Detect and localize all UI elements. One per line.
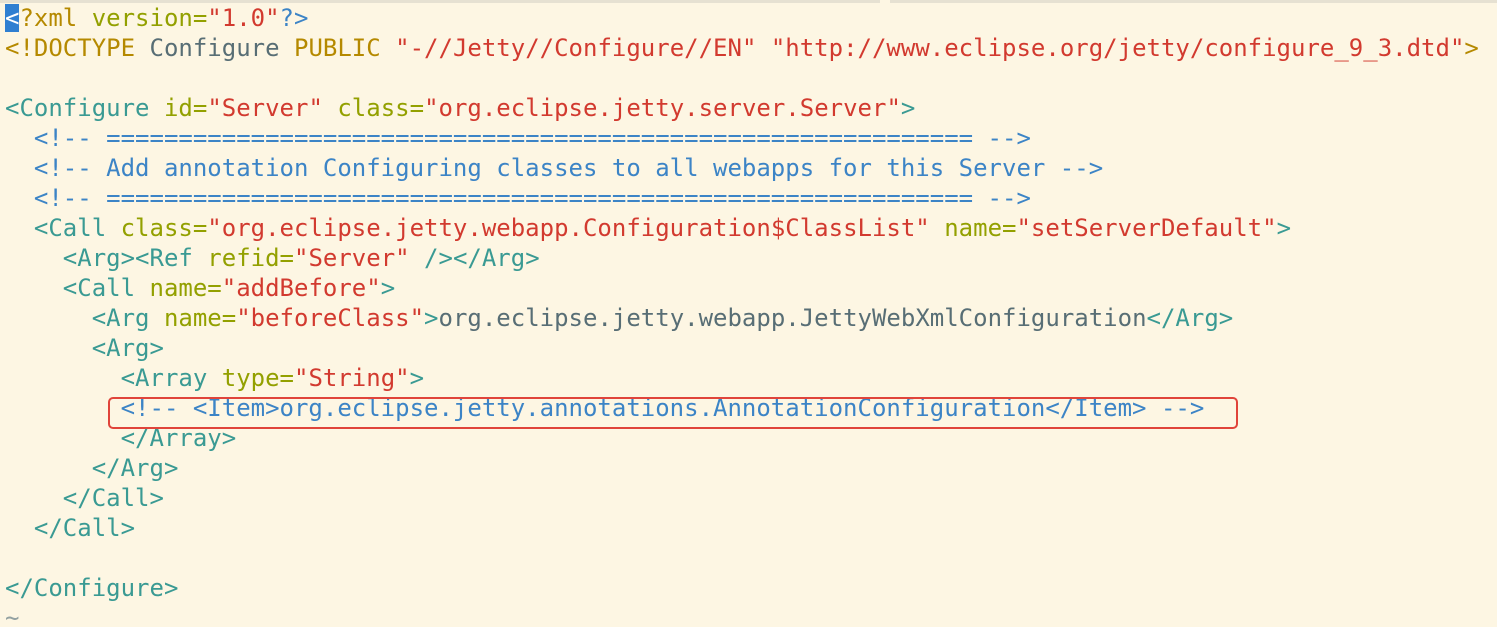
code-token: > bbox=[900, 94, 916, 122]
code-line[interactable]: ~ bbox=[5, 603, 19, 627]
code-token: name= bbox=[149, 274, 222, 302]
code-token: "-//Jetty//Configure//EN" "http://www.ec… bbox=[395, 34, 1465, 62]
code-token: name= bbox=[944, 214, 1017, 242]
empty-line-tilde: ~ bbox=[5, 604, 20, 627]
code-line[interactable]: <?xml version="1.0"?> bbox=[5, 3, 308, 33]
code-token: <Arg><Ref bbox=[5, 244, 208, 272]
code-line[interactable]: </Array> bbox=[5, 423, 237, 453]
code-token: "setServerDefault" bbox=[1016, 214, 1277, 242]
code-token: > bbox=[1276, 214, 1292, 242]
code-token: <!-- ===================================… bbox=[5, 124, 1031, 152]
code-token: type= bbox=[221, 364, 294, 392]
code-token: "String" bbox=[294, 364, 410, 392]
code-token: /></Arg> bbox=[424, 244, 540, 272]
code-line[interactable]: <Arg name="beforeClass">org.eclipse.jett… bbox=[5, 303, 1234, 333]
code-editor[interactable]: <?xml version="1.0"?> <!DOCTYPE Configure… bbox=[0, 0, 1497, 627]
code-token: </Configure> bbox=[5, 574, 179, 602]
code-token: </Call> bbox=[5, 514, 136, 542]
code-line[interactable]: <!-- <Item>org.eclipse.jetty.annotations… bbox=[5, 393, 1205, 423]
code-line[interactable]: <!DOCTYPE Configure PUBLIC "-//Jetty//Co… bbox=[5, 33, 1479, 63]
code-token: </Arg> bbox=[5, 454, 179, 482]
code-token: "org.eclipse.jetty.webapp.Configuration$… bbox=[207, 214, 945, 242]
code-token: <Arg> bbox=[5, 334, 164, 362]
code-token: <!-- <Item>org.eclipse.jetty.annotations… bbox=[5, 394, 1205, 422]
code-token: "Server" bbox=[207, 94, 338, 122]
code-line[interactable]: <Call name="addBefore"> bbox=[5, 273, 395, 303]
code-token: <!-- ===================================… bbox=[5, 184, 1031, 212]
code-token: > bbox=[1464, 34, 1479, 62]
code-token: </Call> bbox=[5, 484, 164, 512]
code-token: name= bbox=[163, 304, 237, 332]
code-line[interactable]: </Configure> bbox=[5, 573, 178, 603]
code-token: "addBefore" bbox=[221, 274, 381, 302]
code-line[interactable]: </Call> bbox=[5, 513, 135, 543]
code-token: "Server" bbox=[294, 244, 425, 272]
code-token: refid= bbox=[207, 244, 294, 272]
code-line[interactable]: <!-- ===================================… bbox=[5, 183, 1031, 213]
code-line[interactable]: </Call> bbox=[5, 483, 164, 513]
code-token: "org.eclipse.jetty.server.Server" bbox=[424, 94, 901, 122]
code-line[interactable]: <Call class="org.eclipse.jetty.webapp.Co… bbox=[5, 213, 1291, 243]
code-token: ?xml bbox=[19, 4, 92, 32]
code-line[interactable]: <Array type="String"> bbox=[5, 363, 424, 393]
code-token: <!-- Add annotation Configuring classes … bbox=[5, 154, 1104, 182]
code-token: <Call bbox=[5, 274, 150, 302]
code-token: org.eclipse.jetty.webapp.JettyWebXmlConf… bbox=[438, 304, 1147, 332]
code-token: id= bbox=[163, 94, 208, 122]
code-line[interactable]: </Arg> bbox=[5, 453, 179, 483]
code-line[interactable]: <Arg><Ref refid="Server" /></Arg> bbox=[5, 243, 540, 273]
code-token: "beforeClass" bbox=[236, 304, 425, 332]
code-token: class= bbox=[337, 94, 425, 122]
code-token: version= bbox=[91, 4, 208, 32]
code-token: "1.0" bbox=[207, 4, 280, 32]
code-line[interactable]: <Configure id="Server" class="org.eclips… bbox=[5, 93, 915, 123]
code-token: <Array bbox=[5, 364, 222, 392]
code-token: ?> bbox=[279, 4, 309, 32]
code-token: </Arg> bbox=[1146, 304, 1234, 332]
code-line[interactable]: <!-- ===================================… bbox=[5, 123, 1031, 153]
code-token: > bbox=[424, 304, 439, 332]
code-token: </Array> bbox=[5, 424, 237, 452]
code-line[interactable]: <Arg> bbox=[5, 333, 164, 363]
code-token: <Arg bbox=[5, 304, 164, 332]
code-token: > bbox=[380, 274, 396, 302]
code-token: class= bbox=[120, 214, 208, 242]
text-cursor: < bbox=[5, 4, 20, 32]
code-token: Configure bbox=[149, 34, 294, 62]
code-token: <Configure bbox=[5, 94, 164, 122]
code-line[interactable]: <!-- Add annotation Configuring classes … bbox=[5, 153, 1103, 183]
code-token: > bbox=[409, 364, 425, 392]
code-token: <Call bbox=[5, 214, 121, 242]
code-token: PUBLIC bbox=[294, 34, 396, 62]
code-token: <!DOCTYPE bbox=[5, 34, 150, 62]
